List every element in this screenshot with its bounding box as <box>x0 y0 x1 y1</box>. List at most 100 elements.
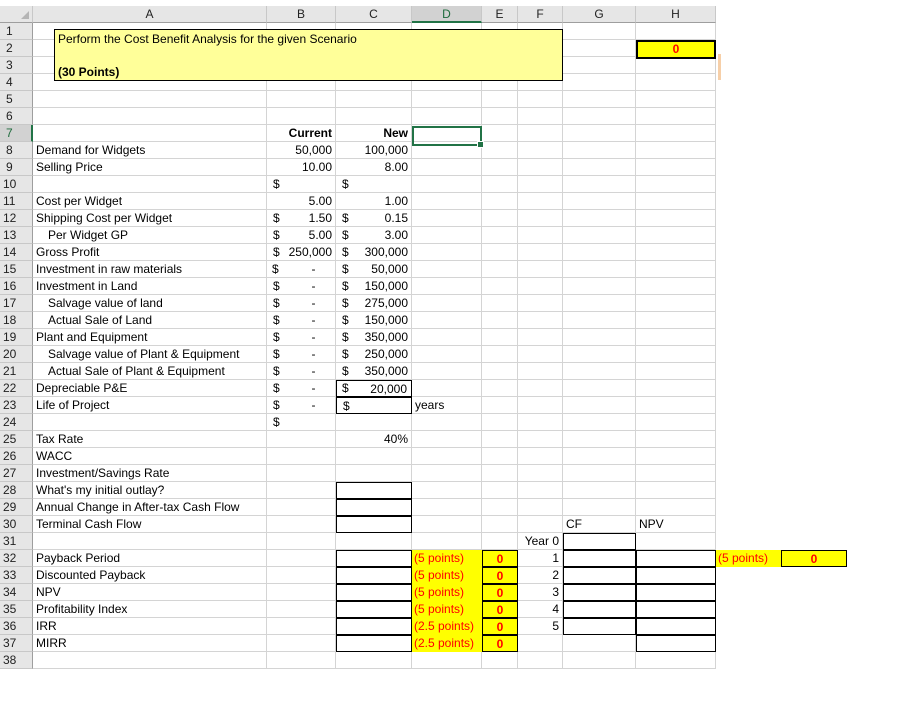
row-header-32[interactable]: 32 <box>0 550 33 567</box>
row-header-27[interactable]: 27 <box>0 465 33 482</box>
npv-value-cell[interactable] <box>636 584 716 601</box>
rate-value-cell[interactable] <box>336 465 412 482</box>
current-value-cell[interactable]: - $ <box>267 278 336 310</box>
new-value-cell[interactable]: 8.00 $ <box>336 159 412 191</box>
row-header-29[interactable]: 29 <box>0 499 33 516</box>
row-header-23[interactable]: 23 <box>0 397 33 414</box>
select-all-corner[interactable] <box>0 6 33 23</box>
new-value-cell[interactable]: 3.00 $ <box>336 227 412 259</box>
label-cell[interactable]: Investment in raw materials <box>33 261 267 278</box>
column-header-g[interactable]: G <box>563 6 636 23</box>
current-value-cell[interactable]: - $ <box>267 380 336 412</box>
label-cell[interactable]: Depreciable P&E <box>33 380 267 397</box>
label-cell[interactable]: Actual Sale of Plant & Equipment <box>33 363 267 380</box>
npv-value-cell[interactable] <box>636 567 716 584</box>
row-header-7[interactable]: 7 <box>0 125 33 142</box>
row-header-34[interactable]: 34 <box>0 584 33 601</box>
new-value-cell[interactable]: 1.00 $ <box>336 193 412 225</box>
npv-value-cell[interactable] <box>636 618 716 635</box>
metric-answer-cell[interactable] <box>336 567 412 584</box>
column-header-f[interactable]: F <box>518 6 563 23</box>
current-value-cell[interactable]: - $ <box>267 312 336 344</box>
column-header-a[interactable]: A <box>33 6 267 23</box>
label-cell[interactable]: Salvage value of Plant & Equipment <box>33 346 267 363</box>
row-header-17[interactable]: 17 <box>0 295 33 312</box>
current-value-cell[interactable]: 10.00 $ <box>267 159 336 191</box>
cf-value-cell[interactable] <box>563 601 636 618</box>
row-header-31[interactable]: 31 <box>0 533 33 550</box>
active-cell-selection[interactable] <box>412 126 484 148</box>
row-header-11[interactable]: 11 <box>0 193 33 210</box>
cf-value-cell[interactable] <box>563 533 636 550</box>
new-value-cell[interactable]: 0.15 $ <box>336 210 412 242</box>
label-cell[interactable]: Cost per Widget <box>33 193 267 210</box>
column-header-e[interactable]: E <box>482 6 518 23</box>
label-cell[interactable]: Per Widget GP <box>33 227 267 244</box>
column-header-b[interactable]: B <box>267 6 336 23</box>
row-header-33[interactable]: 33 <box>0 567 33 584</box>
current-value-cell[interactable]: - $ <box>267 397 336 429</box>
npv-value-cell[interactable] <box>636 601 716 618</box>
row-header-38[interactable]: 38 <box>0 652 33 669</box>
label-cell[interactable]: Salvage value of land <box>33 295 267 312</box>
row-header-14[interactable]: 14 <box>0 244 33 261</box>
current-value-cell[interactable]: 1.50 $ <box>267 210 336 242</box>
row-header-2[interactable]: 2 <box>0 40 33 57</box>
new-value-cell[interactable]: 150,000 $ <box>336 278 412 310</box>
new-value-cell[interactable]: 300,000 $ <box>336 244 412 276</box>
npv-value-cell[interactable] <box>636 550 716 567</box>
cashflow-answer-cell[interactable] <box>336 482 412 499</box>
cf-value-cell[interactable] <box>563 567 636 584</box>
row-header-37[interactable]: 37 <box>0 635 33 652</box>
row-header-13[interactable]: 13 <box>0 227 33 244</box>
row-header-8[interactable]: 8 <box>0 142 33 159</box>
cashflow-answer-cell[interactable] <box>336 499 412 516</box>
current-value-cell[interactable]: - $ <box>267 329 336 361</box>
new-value-cell[interactable]: 250,000 $ <box>336 346 412 378</box>
row-header-18[interactable]: 18 <box>0 312 33 329</box>
new-value-cell[interactable]: 350,000 $ <box>336 329 412 361</box>
cf-value-cell[interactable] <box>563 550 636 567</box>
current-value-cell[interactable]: - $ <box>267 363 336 395</box>
label-cell[interactable]: Life of Project <box>33 397 267 414</box>
row-header-24[interactable]: 24 <box>0 414 33 431</box>
row-header-6[interactable]: 6 <box>0 108 33 125</box>
row-header-20[interactable]: 20 <box>0 346 33 363</box>
row-header-16[interactable]: 16 <box>0 278 33 295</box>
label-cell[interactable]: Shipping Cost per Widget <box>33 210 267 227</box>
row-header-15[interactable]: 15 <box>0 261 33 278</box>
rate-value-cell[interactable]: 40% <box>336 431 412 448</box>
instructions-box[interactable]: Perform the Cost Benefit Analysis for th… <box>54 29 563 81</box>
row-header-4[interactable]: 4 <box>0 74 33 91</box>
row-header-1[interactable]: 1 <box>0 23 33 40</box>
row-header-36[interactable]: 36 <box>0 618 33 635</box>
row-header-10[interactable]: 10 <box>0 176 33 193</box>
npv-value-cell[interactable] <box>636 635 716 652</box>
metric-answer-cell[interactable] <box>336 550 412 567</box>
row-header-26[interactable]: 26 <box>0 448 33 465</box>
label-cell[interactable]: Plant and Equipment <box>33 329 267 346</box>
row-header-19[interactable]: 19 <box>0 329 33 346</box>
total-score-cell[interactable]: 0 <box>636 40 716 59</box>
cashflow-answer-cell[interactable] <box>336 516 412 533</box>
new-value-cell[interactable]: 100,000 <box>336 142 412 159</box>
current-value-cell[interactable]: - $ <box>267 261 336 293</box>
row-header-28[interactable]: 28 <box>0 482 33 499</box>
metric-answer-cell[interactable] <box>336 618 412 635</box>
metric-answer-cell[interactable] <box>336 584 412 601</box>
column-header-h[interactable]: H <box>636 6 716 23</box>
label-cell[interactable]: Selling Price <box>33 159 267 176</box>
row-header-9[interactable]: 9 <box>0 159 33 176</box>
row-header-12[interactable]: 12 <box>0 210 33 227</box>
cf-value-cell[interactable] <box>563 584 636 601</box>
metric-answer-cell[interactable] <box>336 635 412 652</box>
row-header-35[interactable]: 35 <box>0 601 33 618</box>
new-value-cell[interactable]: 150,000 $ <box>336 312 412 344</box>
label-cell[interactable]: Demand for Widgets <box>33 142 267 159</box>
label-cell[interactable]: Investment in Land <box>33 278 267 295</box>
column-header-d[interactable]: D <box>412 6 482 23</box>
new-value-cell[interactable]: 350,000 $ <box>336 363 412 395</box>
row-header-30[interactable]: 30 <box>0 516 33 533</box>
cf-value-cell[interactable] <box>563 618 636 635</box>
row-header-3[interactable]: 3 <box>0 57 33 74</box>
